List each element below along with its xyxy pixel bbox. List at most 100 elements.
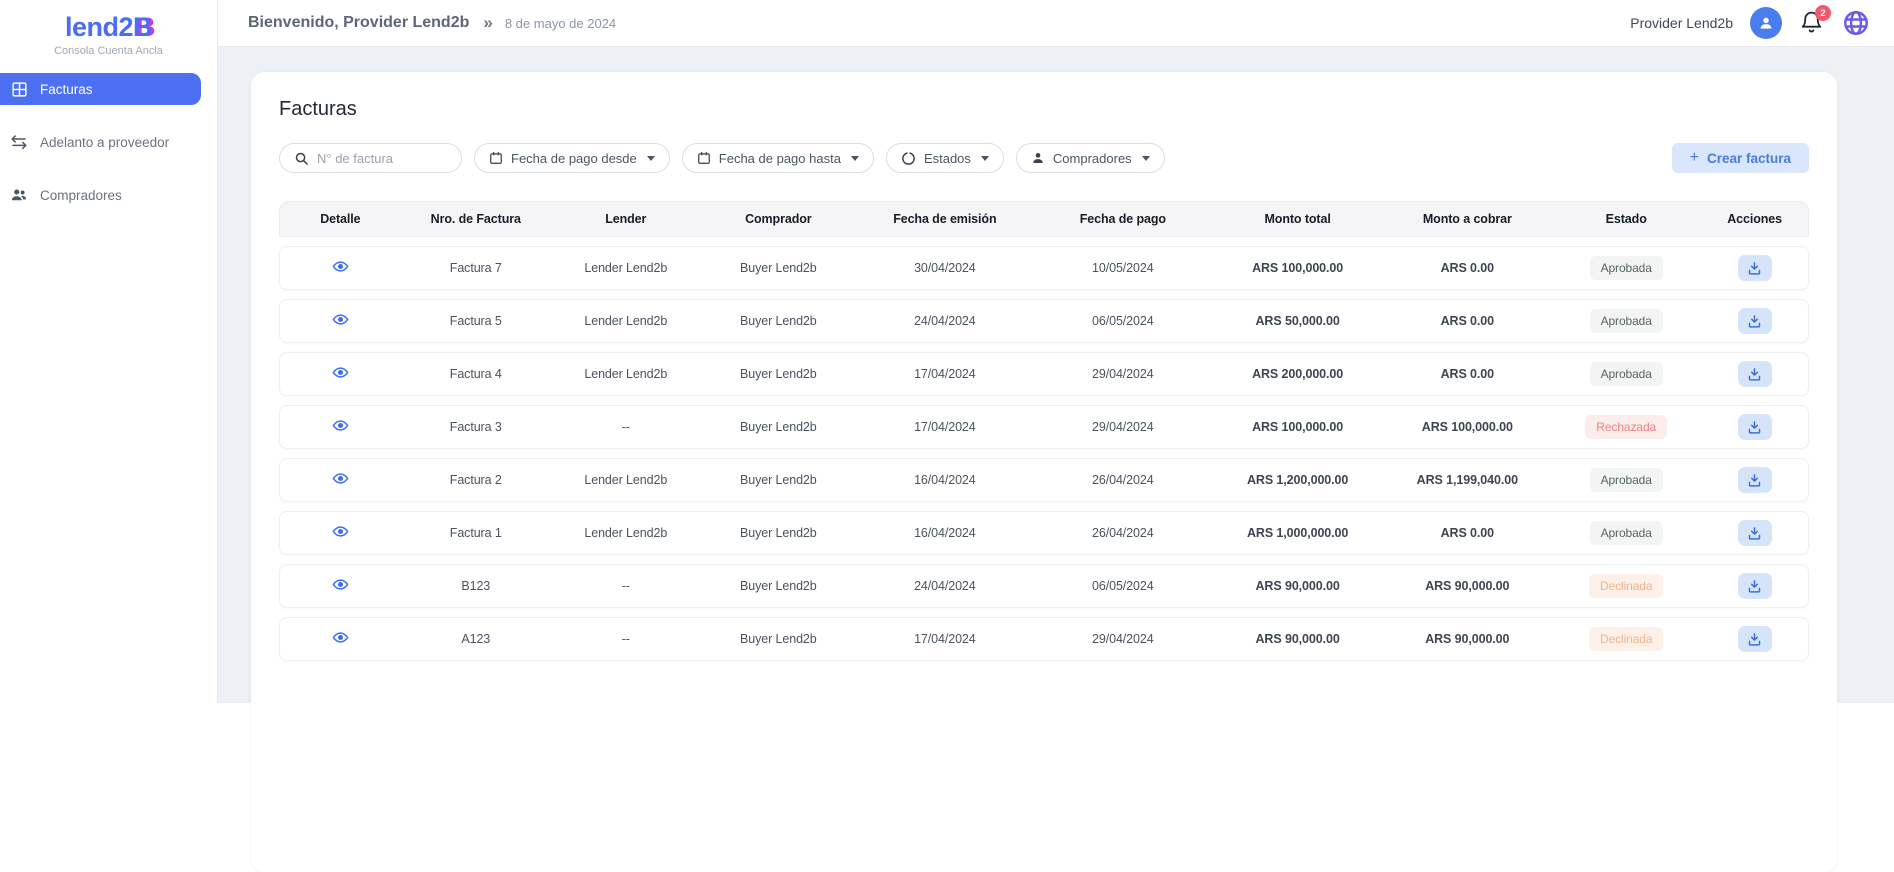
download-icon — [1747, 261, 1762, 276]
payment-date-cell: 06/05/2024 — [1034, 314, 1212, 328]
detail-cell — [280, 523, 401, 543]
table-row: B123 -- Buyer Lend2b 24/04/2024 06/05/20… — [279, 564, 1809, 608]
person-icon — [1031, 151, 1045, 165]
issue-date-cell: 16/04/2024 — [856, 526, 1034, 540]
download-button[interactable] — [1738, 308, 1772, 334]
logo-text: lend2 — [65, 12, 133, 42]
view-detail-button[interactable] — [332, 470, 349, 487]
page-title: Facturas — [279, 98, 1809, 121]
total-amount-cell: ARS 100,000.00 — [1212, 261, 1384, 275]
status-badge: Aprobada — [1590, 468, 1663, 492]
receivable-amount-cell: ARS 0.00 — [1383, 261, 1551, 275]
lender-cell: Lender Lend2b — [551, 526, 701, 540]
actions-cell — [1701, 467, 1808, 493]
invoice-number-cell: Factura 5 — [401, 314, 551, 328]
download-button[interactable] — [1738, 573, 1772, 599]
actions-cell — [1701, 520, 1808, 546]
date-to-filter[interactable]: Fecha de pago hasta — [682, 143, 874, 173]
sidebar-item-adelanto[interactable]: Adelanto a proveedor — [0, 126, 201, 158]
payment-date-cell: 10/05/2024 — [1034, 261, 1212, 275]
payment-date-cell: 29/04/2024 — [1034, 632, 1212, 646]
lender-cell: -- — [551, 420, 701, 434]
date-to-label: Fecha de pago hasta — [719, 151, 841, 166]
download-button[interactable] — [1738, 255, 1772, 281]
status-badge: Aprobada — [1590, 256, 1663, 280]
notifications-button[interactable]: 2 — [1799, 9, 1825, 37]
download-icon — [1747, 526, 1762, 541]
receivable-amount-cell: ARS 100,000.00 — [1383, 420, 1551, 434]
issue-date-cell: 17/04/2024 — [856, 420, 1034, 434]
people-icon — [10, 186, 28, 204]
create-invoice-button[interactable]: + Crear factura — [1672, 143, 1809, 173]
chevron-down-icon — [1142, 156, 1150, 161]
table-row: Factura 2 Lender Lend2b Buyer Lend2b 16/… — [279, 458, 1809, 502]
status-cell: Declinada — [1551, 574, 1701, 598]
download-button[interactable] — [1738, 361, 1772, 387]
view-detail-button[interactable] — [332, 311, 349, 328]
view-detail-button[interactable] — [332, 523, 349, 540]
buyer-cell: Buyer Lend2b — [701, 367, 856, 381]
avatar[interactable] — [1750, 7, 1782, 39]
sidebar-item-facturas[interactable]: Facturas — [0, 73, 201, 105]
detail-cell — [280, 364, 401, 384]
welcome-title: Bienvenido, Provider Lend2b — [248, 14, 469, 32]
payment-date-cell: 06/05/2024 — [1034, 579, 1212, 593]
logo: lend2B — [0, 0, 217, 43]
globe-icon — [1842, 9, 1870, 37]
sidebar-nav: Facturas Adelanto a proveedor Compradore… — [0, 73, 217, 211]
status-badge: Rechazada — [1585, 415, 1667, 439]
status-cell: Aprobada — [1551, 309, 1701, 333]
view-detail-button[interactable] — [332, 576, 349, 593]
total-amount-cell: ARS 200,000.00 — [1212, 367, 1384, 381]
download-icon — [1747, 632, 1762, 647]
payment-date-cell: 26/04/2024 — [1034, 473, 1212, 487]
sidebar-item-label: Adelanto a proveedor — [40, 135, 169, 150]
download-button[interactable] — [1738, 414, 1772, 440]
user-icon — [1757, 14, 1775, 32]
invoice-search[interactable] — [279, 143, 462, 173]
invoice-number-cell: Factura 4 — [401, 367, 551, 381]
table-row: Factura 4 Lender Lend2b Buyer Lend2b 17/… — [279, 352, 1809, 396]
view-detail-button[interactable] — [332, 364, 349, 381]
chevron-down-icon — [647, 156, 655, 161]
search-icon — [294, 151, 309, 166]
download-button[interactable] — [1738, 520, 1772, 546]
receivable-amount-cell: ARS 90,000.00 — [1383, 632, 1551, 646]
receivable-amount-cell: ARS 90,000.00 — [1383, 579, 1551, 593]
download-button[interactable] — [1738, 467, 1772, 493]
eye-icon — [332, 364, 349, 381]
column-header: Detalle — [280, 212, 401, 226]
status-cell: Aprobada — [1551, 468, 1701, 492]
states-filter[interactable]: Estados — [886, 143, 1004, 173]
column-header: Monto total — [1212, 212, 1384, 226]
chevron-down-icon — [851, 156, 859, 161]
filters-row: Fecha de pago desde Fecha de pago hasta … — [279, 143, 1809, 173]
eye-icon — [332, 258, 349, 275]
invoice-number-cell: A123 — [401, 632, 551, 646]
sidebar-item-label: Facturas — [40, 82, 93, 97]
receivable-amount-cell: ARS 1,199,040.00 — [1383, 473, 1551, 487]
buyers-filter[interactable]: Compradores — [1016, 143, 1165, 173]
actions-cell — [1701, 361, 1808, 387]
sidebar-item-label: Compradores — [40, 188, 122, 203]
view-detail-button[interactable] — [332, 629, 349, 646]
search-input[interactable] — [317, 151, 447, 166]
sidebar: lend2B Consola Cuenta Ancla Facturas Ade… — [0, 0, 218, 703]
date-from-filter[interactable]: Fecha de pago desde — [474, 143, 670, 173]
logo-subtitle: Consola Cuenta Ancla — [0, 45, 217, 57]
invoices-table: DetalleNro. de FacturaLenderCompradorFec… — [279, 201, 1809, 661]
eye-icon — [332, 576, 349, 593]
status-badge: Declinada — [1589, 574, 1663, 598]
language-button[interactable] — [1842, 9, 1870, 37]
status-cell: Aprobada — [1551, 256, 1701, 280]
download-icon — [1747, 473, 1762, 488]
receivable-amount-cell: ARS 0.00 — [1383, 367, 1551, 381]
download-button[interactable] — [1738, 626, 1772, 652]
buyers-label: Compradores — [1053, 151, 1132, 166]
receivable-amount-cell: ARS 0.00 — [1383, 314, 1551, 328]
double-chevron-icon: » — [483, 13, 492, 33]
view-detail-button[interactable] — [332, 258, 349, 275]
view-detail-button[interactable] — [332, 417, 349, 434]
sidebar-item-compradores[interactable]: Compradores — [0, 179, 201, 211]
status-cell: Aprobada — [1551, 362, 1701, 386]
